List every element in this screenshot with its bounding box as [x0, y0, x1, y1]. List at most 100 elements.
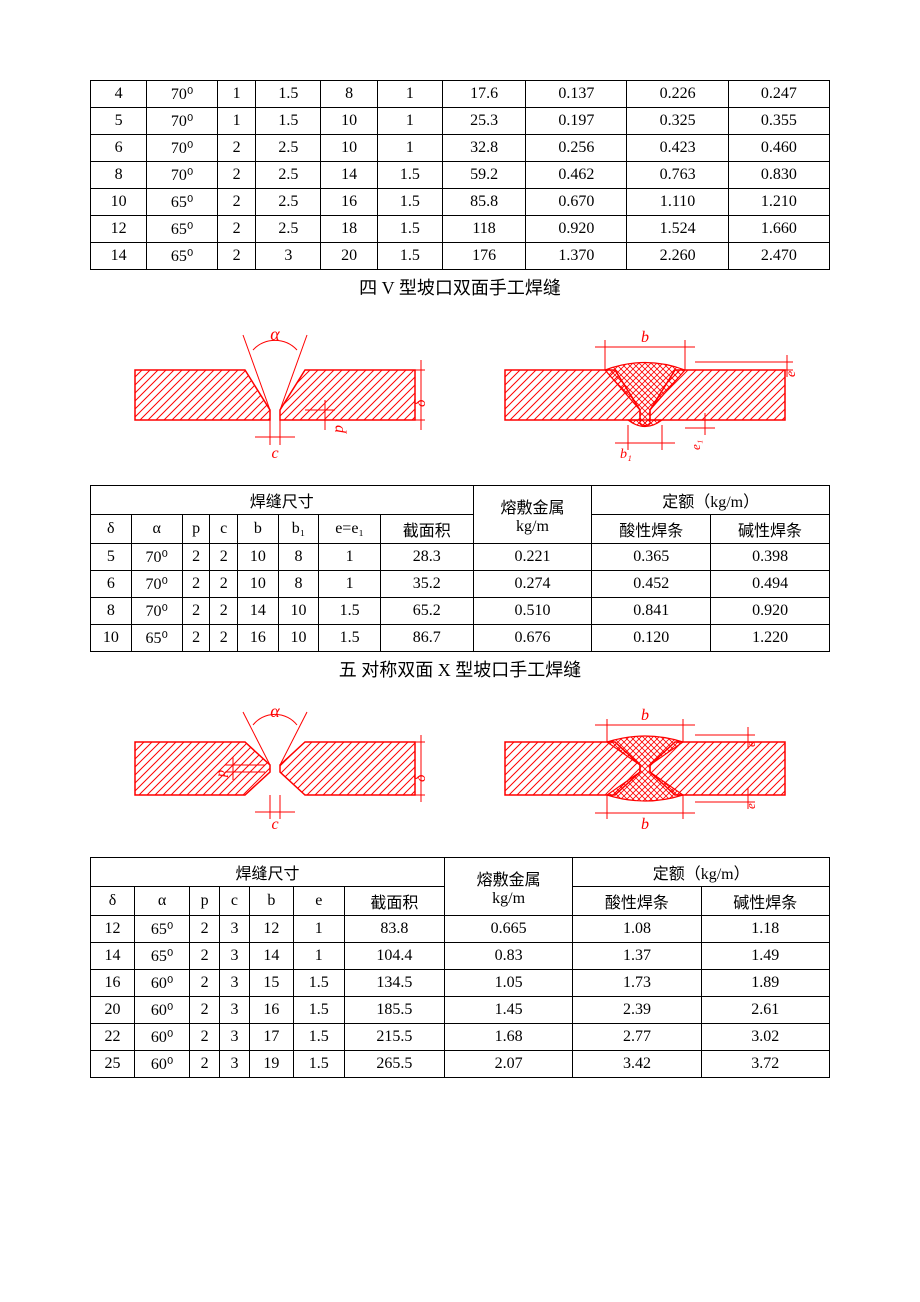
table-row: 670⁰22108135.20.2740.4520.494: [91, 571, 830, 598]
x-groove-left-diagram: α c p δ: [125, 697, 425, 837]
cell: 14: [238, 598, 279, 625]
label-alpha: α: [270, 324, 280, 344]
cell: 118: [442, 216, 525, 243]
cell: 0.763: [627, 162, 728, 189]
cell: 4: [91, 81, 147, 108]
table-x-groove: 焊缝尺寸 熔敷金属kg/m 定额（kg/m） δαpcbe截面积酸性焊条碱性焊条…: [90, 857, 830, 1078]
col-header: b: [238, 515, 279, 544]
label-c: c: [271, 445, 278, 462]
table-row: 1660⁰23151.5134.51.051.731.89: [91, 970, 830, 997]
label-p: p: [330, 425, 347, 434]
v-groove-left-diagram: α c p δ: [125, 315, 425, 465]
cell: 28.3: [380, 544, 473, 571]
table-row: 1065⁰2216101.586.70.6760.1201.220: [91, 625, 830, 652]
cell: 2: [190, 916, 220, 943]
cell: 10: [278, 625, 319, 652]
cell: 1.5: [377, 189, 442, 216]
col-header: b₁: [278, 515, 319, 544]
cell: 14: [91, 943, 135, 970]
cell: 3: [220, 1024, 250, 1051]
cell: 6: [91, 135, 147, 162]
cell: 22: [91, 1024, 135, 1051]
cell: 65⁰: [147, 189, 218, 216]
cell: 0.676: [473, 625, 592, 652]
cell: 1: [377, 108, 442, 135]
cell: 1.660: [728, 216, 829, 243]
col-header-alk: 碱性焊条: [711, 515, 830, 544]
cell: 12: [249, 916, 293, 943]
section5-title: 五 对称双面 X 型坡口手工焊缝: [90, 656, 830, 682]
cell: 1.5: [293, 997, 344, 1024]
melt-header: 熔敷金属kg/m: [473, 486, 592, 544]
label-b-bottom: b: [641, 816, 649, 833]
cell: 70⁰: [131, 571, 182, 598]
cell: 1: [293, 943, 344, 970]
label-b: b: [641, 329, 649, 346]
table-v-groove-top: 470⁰11.58117.60.1370.2260.247570⁰11.5101…: [90, 80, 830, 270]
cell: 12: [91, 916, 135, 943]
cell: 6: [91, 571, 132, 598]
col-header: p: [190, 887, 220, 916]
col-header: p: [182, 515, 210, 544]
cell: 0.462: [526, 162, 627, 189]
cell: 14: [91, 243, 147, 270]
cell: 1.68: [444, 1024, 572, 1051]
col-header: 截面积: [344, 887, 444, 916]
cell: 70⁰: [147, 162, 218, 189]
cell: 134.5: [344, 970, 444, 997]
cell: 15: [249, 970, 293, 997]
cell: 2.5: [256, 189, 321, 216]
table-row: 2560⁰23191.5265.52.073.423.72: [91, 1051, 830, 1078]
cell: 2: [182, 598, 210, 625]
cell: 3: [220, 1051, 250, 1078]
cell: 1.5: [319, 598, 381, 625]
v-groove-diagrams: α c p δ b: [90, 315, 830, 465]
cell: 0.841: [592, 598, 711, 625]
label-delta: δ: [412, 774, 425, 782]
cell: 0.325: [627, 108, 728, 135]
label-delta: δ: [412, 399, 425, 407]
cell: 2: [190, 943, 220, 970]
cell: 14: [321, 162, 377, 189]
cell: 8: [91, 162, 147, 189]
table-v-groove-bottom: 焊缝尺寸 熔敷金属kg/m 定额（kg/m） δαpcbb₁e=e₁截面积酸性焊…: [90, 485, 830, 652]
col-header: e=e₁: [319, 515, 381, 544]
cell: 0.221: [473, 544, 592, 571]
cell: 8: [91, 598, 132, 625]
cell: 14: [249, 943, 293, 970]
label-e-top: e: [743, 741, 758, 747]
cell: 1.5: [377, 162, 442, 189]
col-header: 截面积: [380, 515, 473, 544]
col-header: δ: [91, 887, 135, 916]
col-header: c: [220, 887, 250, 916]
cell: 0.665: [444, 916, 572, 943]
cell: 25.3: [442, 108, 525, 135]
label-p: p: [214, 770, 229, 778]
cell: 0.423: [627, 135, 728, 162]
cell: 2: [210, 571, 238, 598]
cell: 1.5: [293, 1024, 344, 1051]
cell: 20: [321, 243, 377, 270]
cell: 59.2: [442, 162, 525, 189]
table-row: 1065⁰22.5161.585.80.6701.1101.210: [91, 189, 830, 216]
cell: 2: [217, 189, 255, 216]
cell: 5: [91, 108, 147, 135]
cell: 32.8: [442, 135, 525, 162]
cell: 2: [217, 243, 255, 270]
label-b1: b₁: [620, 447, 632, 462]
col-header: δ: [91, 515, 132, 544]
col-header-acid: 酸性焊条: [573, 887, 701, 916]
cell: 2: [190, 997, 220, 1024]
cell: 1.370: [526, 243, 627, 270]
v-groove-right-diagram: b b₁ e₁ e: [495, 315, 795, 465]
cell: 70⁰: [147, 108, 218, 135]
cell: 12: [91, 216, 147, 243]
cell: 70⁰: [147, 135, 218, 162]
cell: 10: [321, 108, 377, 135]
label-e-bottom: e: [743, 803, 758, 809]
col-header: α: [134, 887, 189, 916]
cell: 2.470: [728, 243, 829, 270]
cell: 3: [220, 916, 250, 943]
cell: 83.8: [344, 916, 444, 943]
cell: 1.89: [701, 970, 829, 997]
